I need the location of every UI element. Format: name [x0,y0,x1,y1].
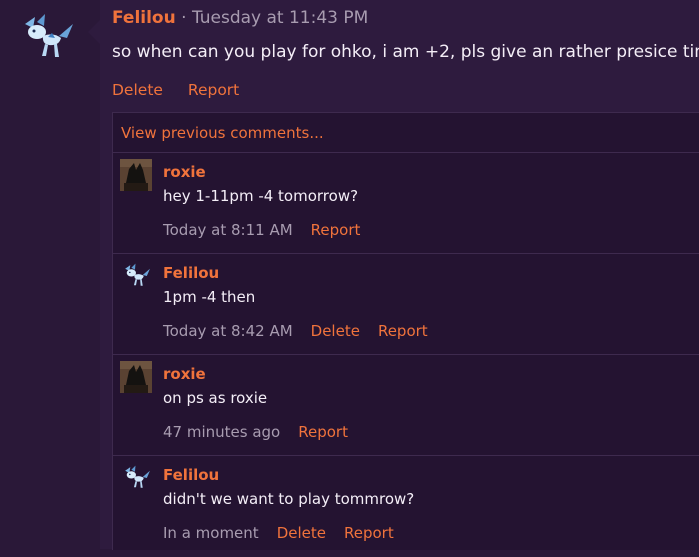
comment-timestamp[interactable]: In a moment [163,524,259,542]
comment-meta: Today at 8:11 AM Report [163,221,378,239]
comment-text: hey 1-11pm -4 tomorrow? [163,187,359,205]
comment-text: 1pm -4 then [163,288,256,306]
post-author-link[interactable]: Felilou [112,8,176,28]
post-timestamp[interactable]: Tuesday at 11:43 PM [192,8,368,28]
comment-item: Felilou didn't we want to play tommrow? … [113,455,699,557]
view-previous-comments-link[interactable]: View previous comments... [121,124,324,142]
comment-author-link[interactable]: roxie [163,365,206,383]
glaceon-icon [125,465,150,488]
report-post-link[interactable]: Report [188,81,239,99]
comment-item: roxie on ps as roxie 47 minutes ago Repor… [113,354,699,456]
glaceon-avatar[interactable] [120,462,152,494]
report-comment-link[interactable]: Report [298,423,348,441]
roxie-avatar-icon [120,361,152,393]
comment-timestamp[interactable]: Today at 8:11 AM [163,221,293,239]
post-actions: Delete Report [112,81,259,99]
user-avatar-glaceon[interactable] [15,12,77,64]
comments-section: View previous comments... roxie hey 1-11… [112,112,699,550]
report-comment-link[interactable]: Report [311,221,361,239]
comment-item: Felilou 1pm -4 then Today at 8:42 AM Dele… [113,253,699,355]
comment-author-link[interactable]: roxie [163,163,206,181]
roxie-avatar-icon [120,159,152,191]
comment-item: roxie hey 1-11pm -4 tomorrow? Today at 8… [113,152,699,254]
comment-author-link[interactable]: Felilou [163,264,219,282]
comment-author-link[interactable]: Felilou [163,466,219,484]
report-comment-link[interactable]: Report [344,524,394,542]
delete-comment-link[interactable]: Delete [311,322,360,340]
post-header: Felilou · Tuesday at 11:43 PM [112,8,368,28]
delete-post-link[interactable]: Delete [112,81,163,99]
report-comment-link[interactable]: Report [378,322,428,340]
glaceon-icon [125,263,150,286]
glaceon-icon [25,14,73,57]
comment-meta: In a moment Delete Report [163,524,412,542]
left-rail [0,0,100,549]
delete-comment-link[interactable]: Delete [277,524,326,542]
comment-timestamp[interactable]: 47 minutes ago [163,423,280,441]
comment-meta: Today at 8:42 AM Delete Report [163,322,446,340]
comment-text: didn't we want to play tommrow? [163,490,415,508]
roxie-avatar[interactable] [120,361,152,393]
bubble-arrow [88,20,100,44]
glaceon-avatar[interactable] [120,260,152,292]
post-body: so when can you play for ohko, i am +2, … [112,42,699,62]
post-separator: · [175,8,192,28]
comment-timestamp[interactable]: Today at 8:42 AM [163,322,293,340]
roxie-avatar[interactable] [120,159,152,191]
comment-text: on ps as roxie [163,389,268,407]
comment-meta: 47 minutes ago Report [163,423,366,441]
